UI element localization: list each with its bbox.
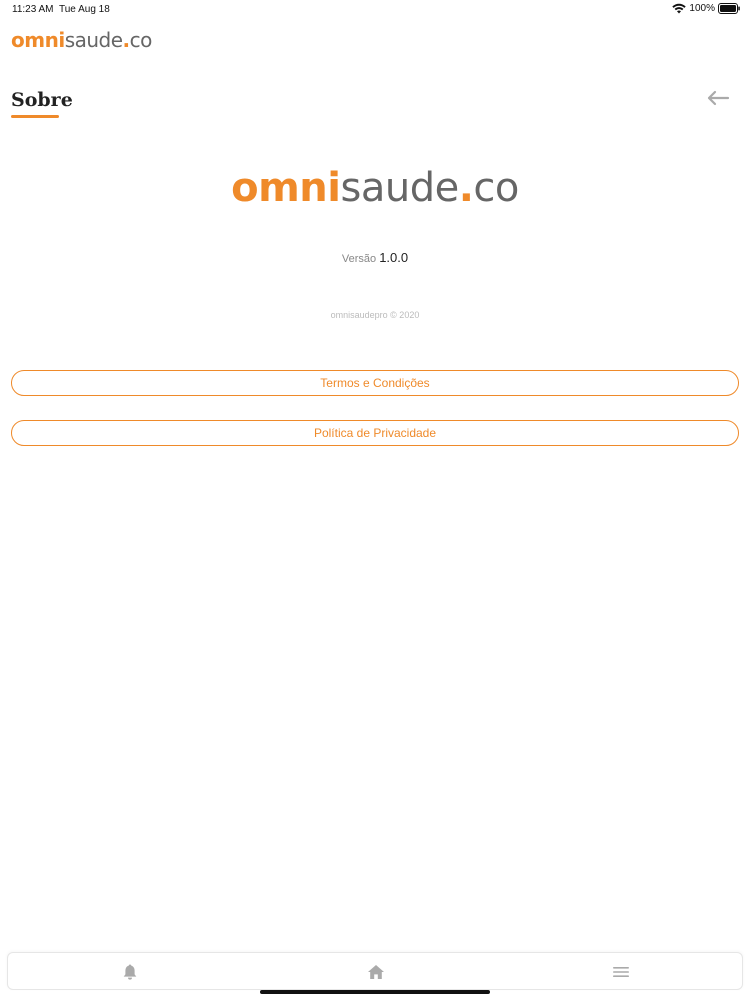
bell-icon: [121, 963, 139, 981]
back-button[interactable]: [700, 84, 736, 112]
wifi-icon: [672, 3, 687, 14]
status-indicators: 100%: [672, 3, 740, 14]
home-indicator: [260, 990, 490, 994]
version-info: Versão 1.0.0: [0, 250, 750, 265]
page-title: Sobre: [11, 89, 73, 111]
copyright-text: omnisaudepro © 2020: [330, 310, 420, 320]
title-underline: [11, 115, 59, 118]
version-label: Versão: [341, 253, 377, 265]
status-bar: 11:23 AM Tue Aug 18 100%: [0, 0, 750, 20]
nav-notifications[interactable]: [118, 961, 142, 983]
battery-icon: [718, 3, 740, 14]
header-logo: omnisaude.co: [11, 28, 152, 52]
version-value: 1.0.0: [379, 250, 409, 265]
home-icon: [367, 963, 385, 981]
menu-icon: [612, 963, 630, 981]
terms-button[interactable]: Termos e Condições: [11, 370, 739, 396]
nav-home[interactable]: [364, 961, 388, 983]
main-logo: omnisaude.co: [231, 165, 519, 211]
status-time: 11:23 AM: [12, 4, 54, 15]
battery-percent: 100%: [689, 3, 715, 14]
nav-menu[interactable]: [609, 961, 633, 983]
privacy-policy-button[interactable]: Política de Privacidade: [11, 420, 739, 446]
arrow-left-icon: [700, 90, 736, 106]
bottom-nav: [7, 952, 743, 990]
status-date: Tue Aug 18: [59, 4, 110, 15]
